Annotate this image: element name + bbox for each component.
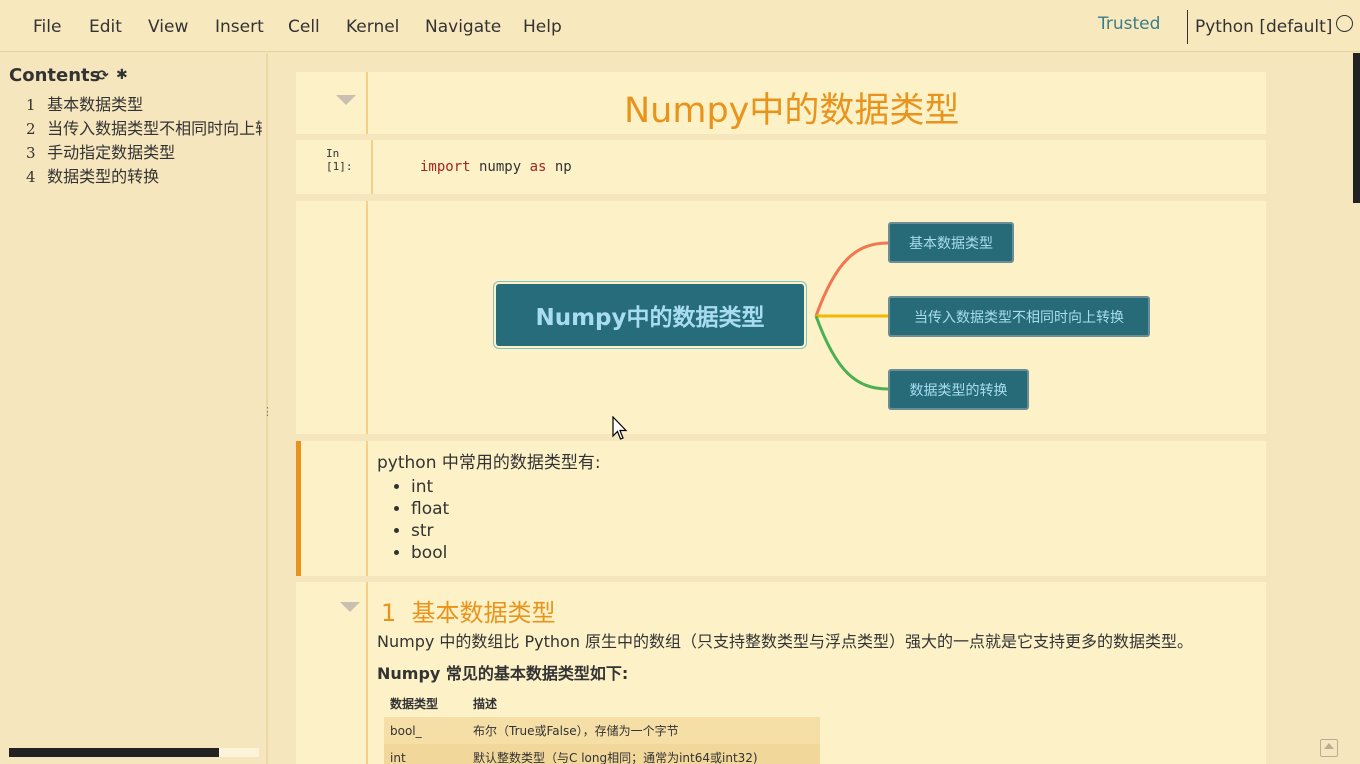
menu-edit[interactable]: Edit <box>89 17 122 37</box>
list-item: bool <box>411 542 449 564</box>
kernel-separator <box>1187 10 1188 44</box>
code-keyword: import <box>420 159 471 175</box>
toc-item-4[interactable]: 4 数据类型的转换 <box>26 163 262 187</box>
mouse-cursor-icon <box>612 416 628 440</box>
collapse-arrow-icon[interactable] <box>340 602 360 612</box>
trusted-indicator[interactable]: Trusted <box>1098 14 1160 34</box>
section-heading: 1 基本数据类型 <box>381 593 556 628</box>
list-item: float <box>411 498 449 520</box>
menu-insert[interactable]: Insert <box>215 17 264 37</box>
table-cell: int <box>390 750 406 764</box>
toc-item-num: 1 <box>26 96 36 114</box>
gear-icon[interactable]: ✱ <box>116 67 128 83</box>
title-cell[interactable]: Numpy中的数据类型 <box>296 72 1266 134</box>
sidebar-scroll-thumb[interactable] <box>9 748 219 757</box>
cell-gutter <box>296 72 368 134</box>
markdown-list-cell[interactable]: python 中常用的数据类型有: int float str bool <box>296 441 1266 576</box>
table-cell: 布尔（True或False），存储为一个字节 <box>473 724 679 738</box>
toc-item-3[interactable]: 3 手动指定数据类型 <box>26 139 262 163</box>
toc-item-num: 2 <box>26 120 36 138</box>
table-header: 描述 <box>473 697 498 711</box>
datatype-table: 数据类型 描述 bool_ 布尔（True或False），存储为一个字节 int… <box>384 690 820 764</box>
toc-item-1[interactable]: 1 基本数据类型 <box>26 91 262 115</box>
mindmap-cell[interactable]: Numpy中的数据类型 基本数据类型 当传入数据类型不相同时向上转换 数据类型的… <box>296 201 1266 434</box>
branch-line-3 <box>814 315 889 391</box>
section-paragraph: Numpy 中的数组比 Python 原生中的数组（只支持整数类型与浮点类型）强… <box>377 632 1194 651</box>
menubar: File Edit View Insert Cell Kernel Naviga… <box>0 0 1360 52</box>
collapse-arrow-icon[interactable] <box>336 95 356 105</box>
mindmap-node-2: 当传入数据类型不相同时向上转换 <box>888 296 1150 337</box>
code-cell[interactable]: In [1]: import numpy as np <box>296 140 1266 194</box>
section-title: 基本数据类型 <box>411 599 556 627</box>
code-alias: np <box>546 159 572 175</box>
menu-file[interactable]: File <box>33 17 61 37</box>
toc-title: Contents <box>9 65 101 86</box>
table-cell: bool_ <box>390 723 422 738</box>
list-item: str <box>411 520 449 542</box>
branch-line-1 <box>814 241 889 317</box>
toc-sidebar: Contents ⟳ ✱ 1 基本数据类型 2 当传入数据类型不相同时向上转换 … <box>0 53 273 764</box>
section-number: 1 <box>381 599 397 627</box>
code-module: numpy <box>470 159 530 175</box>
notebook-title: Numpy中的数据类型 <box>624 91 960 131</box>
code-line[interactable]: import numpy as np <box>420 159 572 175</box>
section-bold-text: Numpy 常见的基本数据类型如下: <box>377 664 629 683</box>
mindmap-root-node: Numpy中的数据类型 <box>496 284 804 346</box>
table-header-row: 数据类型 描述 <box>384 690 820 717</box>
menu-view[interactable]: View <box>148 17 188 37</box>
datatype-list: int float str bool <box>391 476 449 564</box>
list-item: int <box>411 476 449 498</box>
table-cell: 默认整数类型（与C long相同；通常为int64或int32) <box>473 751 758 764</box>
mindmap-node-3: 数据类型的转换 <box>888 369 1029 410</box>
toc-item-label: 基本数据类型 <box>47 95 144 114</box>
toc-item-num: 4 <box>26 168 36 186</box>
sidebar-scrollbar[interactable] <box>9 748 259 757</box>
kernel-status-icon <box>1336 15 1353 32</box>
menu-navigate[interactable]: Navigate <box>425 17 501 37</box>
refresh-icon[interactable]: ⟳ <box>97 68 109 84</box>
toc-item-2[interactable]: 2 当传入数据类型不相同时向上转换 <box>26 115 262 139</box>
notebook-scroll-thumb[interactable] <box>1353 53 1360 203</box>
scroll-to-top-icon[interactable] <box>1320 739 1338 757</box>
menu-kernel[interactable]: Kernel <box>346 17 399 37</box>
list-intro: python 中常用的数据类型有: <box>377 453 601 473</box>
input-prompt: In [1]: <box>326 147 353 173</box>
table-header: 数据类型 <box>390 697 439 711</box>
notebook-area: Numpy中的数据类型 In [1]: import numpy as np N… <box>270 53 1352 764</box>
mindmap-node-1: 基本数据类型 <box>888 222 1014 263</box>
cell-gutter <box>296 582 368 764</box>
kernel-name[interactable]: Python [default] <box>1195 17 1332 37</box>
toc-item-label: 手动指定数据类型 <box>47 143 176 162</box>
menu-cell[interactable]: Cell <box>288 17 320 37</box>
table-row: int 默认整数类型（与C long相同；通常为int64或int32) <box>384 744 820 764</box>
table-row: bool_ 布尔（True或False），存储为一个字节 <box>384 717 820 744</box>
toc-item-label: 数据类型的转换 <box>47 167 160 186</box>
menu-help[interactable]: Help <box>523 17 562 37</box>
section-cell[interactable]: 1 基本数据类型 Numpy 中的数组比 Python 原生中的数组（只支持整数… <box>296 582 1266 764</box>
cell-gutter: In [1]: <box>296 140 373 194</box>
code-keyword: as <box>529 159 547 175</box>
toc-item-num: 3 <box>26 144 36 162</box>
notebook-scrollbar[interactable] <box>1353 53 1360 764</box>
toc-item-label: 当传入数据类型不相同时向上转换 <box>47 119 262 138</box>
cell-gutter-selected <box>296 441 368 576</box>
